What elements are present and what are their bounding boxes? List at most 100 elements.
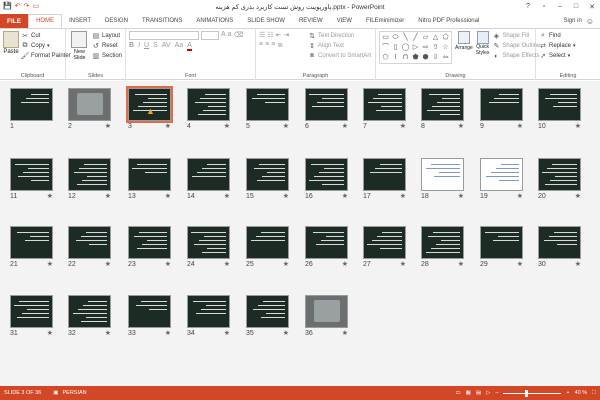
maximize-icon[interactable]: □ [568, 3, 584, 11]
slide-preview[interactable] [128, 226, 171, 259]
zoom-out-icon[interactable]: – [495, 390, 498, 396]
shape-option[interactable]: ▱ [421, 33, 430, 42]
slide-preview[interactable] [363, 158, 406, 191]
increase-indent-icon[interactable]: ⇥ [283, 31, 289, 39]
clear-format-icon[interactable]: ⌫ [234, 31, 244, 40]
shape-option[interactable]: ⬭ [391, 33, 400, 42]
minimize-icon[interactable]: – [552, 3, 568, 11]
shape-option[interactable]: ⊓ [401, 53, 410, 62]
slide-thumbnail[interactable]: 7 ★ [363, 88, 406, 133]
slide-preview[interactable]: ▲ [126, 86, 173, 123]
select-button[interactable]: ➚ Select ▾ [539, 51, 597, 61]
slide-thumbnail[interactable]: 8 ★ [421, 88, 464, 133]
shape-option[interactable]: ◯ [401, 43, 410, 52]
slide-preview[interactable] [305, 226, 348, 259]
transition-star-icon[interactable]: ★ [224, 192, 230, 200]
align-text-button[interactable]: ⇕ Align Text [308, 41, 371, 51]
shape-option[interactable]: ⇨ [421, 43, 430, 52]
normal-view-icon[interactable]: ▭ [455, 390, 460, 396]
transition-star-icon[interactable]: ★ [342, 329, 348, 337]
transition-star-icon[interactable]: ★ [400, 192, 406, 200]
font-size-input[interactable] [201, 31, 219, 40]
font-name-input[interactable] [129, 31, 199, 40]
transition-star-icon[interactable]: ★ [47, 192, 53, 200]
slide-preview[interactable] [538, 226, 581, 259]
transition-star-icon[interactable]: ★ [283, 260, 289, 268]
slide-preview[interactable] [10, 158, 53, 191]
shape-option[interactable]: ▷ [411, 43, 420, 52]
slide-thumbnail[interactable]: 18 ★ [421, 158, 464, 203]
slide-preview[interactable] [305, 295, 348, 328]
slide-preview[interactable] [68, 88, 111, 121]
transition-star-icon[interactable]: ★ [283, 122, 289, 130]
text-direction-button[interactable]: ⇅ Text Direction [308, 31, 371, 41]
reset-button[interactable]: ↺ Reset [92, 41, 122, 51]
close-icon[interactable]: ✕ [584, 3, 600, 11]
slide-preview[interactable] [480, 226, 523, 259]
slide-thumbnail[interactable]: 12 ★ [68, 158, 111, 203]
start-slideshow-icon[interactable]: ▭ [32, 3, 39, 10]
undo-icon[interactable]: ↶ [15, 3, 21, 10]
shape-option[interactable]: ⬢ [421, 53, 430, 62]
align-right-icon[interactable]: ≡ [271, 41, 275, 49]
transition-star-icon[interactable]: ★ [400, 260, 406, 268]
shape-option[interactable]: ⇩ [431, 53, 440, 62]
shape-option[interactable]: ╱ [411, 33, 420, 42]
transition-star-icon[interactable]: ★ [47, 260, 53, 268]
zoom-slider-knob[interactable] [525, 389, 529, 397]
ribbon-display-icon[interactable]: ▫ [536, 3, 552, 11]
tab-file[interactable]: FILE [0, 14, 29, 28]
slide-thumbnail[interactable]: 9 ★ [480, 88, 523, 133]
slide-thumbnail[interactable]: 19 ★ [480, 158, 523, 203]
change-case-icon[interactable]: Aa [175, 42, 184, 51]
slide-thumbnail[interactable]: 35 ★ [246, 295, 289, 340]
redo-icon[interactable]: ↷ [24, 3, 30, 10]
slide-preview[interactable] [246, 158, 289, 191]
transition-star-icon[interactable]: ★ [224, 260, 230, 268]
slide-thumbnail[interactable]: 34 ★ [187, 295, 230, 340]
transition-star-icon[interactable]: ★ [105, 329, 111, 337]
slide-preview[interactable] [538, 88, 581, 121]
tab-view[interactable]: VIEW [330, 14, 359, 28]
save-icon[interactable]: 💾 [3, 3, 12, 10]
slide-thumbnail[interactable]: 14 ★ [187, 158, 230, 203]
copy-button[interactable]: ⧉ Copy ▾ [21, 41, 71, 51]
shape-option[interactable]: ╲ [401, 33, 410, 42]
slide-preview[interactable] [363, 226, 406, 259]
slideshow-view-icon[interactable]: ▷ [486, 390, 490, 396]
shape-fill-button[interactable]: ◈ Shape Fill [492, 31, 540, 41]
slide-thumbnail[interactable]: 20 ★ [538, 158, 581, 203]
shape-option[interactable]: ⬡ [381, 53, 390, 62]
shape-effects-button[interactable]: ◐ Shape Effects [492, 51, 540, 61]
transition-star-icon[interactable]: ★ [342, 192, 348, 200]
shrink-font-icon[interactable]: a [228, 31, 232, 40]
slide-thumbnail[interactable]: 25 ★ [246, 226, 289, 271]
slide-preview[interactable] [246, 295, 289, 328]
strikethrough-button[interactable]: S [153, 42, 158, 51]
transition-star-icon[interactable]: ★ [458, 122, 464, 130]
slide-thumbnail[interactable]: 6 ★ [305, 88, 348, 133]
slide-thumbnail[interactable]: 32 ★ [68, 295, 111, 340]
slide-thumbnail[interactable]: 23 ★ [128, 226, 171, 271]
justify-icon[interactable]: ≣ [277, 41, 283, 49]
layout-button[interactable]: ▤ Layout [92, 31, 122, 41]
slide-sorter-view-icon[interactable]: ▦ [466, 390, 471, 396]
transition-star-icon[interactable]: ★ [400, 122, 406, 130]
transition-star-icon[interactable]: ★ [458, 260, 464, 268]
transition-star-icon[interactable]: ★ [458, 192, 464, 200]
zoom-slider[interactable] [503, 389, 562, 397]
slide-preview[interactable] [187, 226, 230, 259]
section-button[interactable]: ▥ Section [92, 51, 122, 61]
replace-button[interactable]: ⇄ Replace ▾ [539, 41, 597, 51]
spellcheck-icon[interactable]: ▣ [53, 390, 58, 396]
tab-fileminimizer[interactable]: FILEminimizer [359, 14, 411, 28]
slide-preview[interactable] [421, 88, 464, 121]
slide-thumbnail[interactable]: 29 ★ [480, 226, 523, 271]
transition-star-icon[interactable]: ★ [224, 329, 230, 337]
slide-thumbnail[interactable]: 22 ★ [68, 226, 111, 271]
quick-styles-button[interactable]: Quick Styles [476, 31, 489, 64]
slide-preview[interactable] [187, 88, 230, 121]
new-slide-button[interactable]: New Slide [69, 31, 90, 61]
cut-button[interactable]: ✂ Cut [21, 31, 71, 41]
arrange-button[interactable]: Arrange [455, 31, 473, 64]
